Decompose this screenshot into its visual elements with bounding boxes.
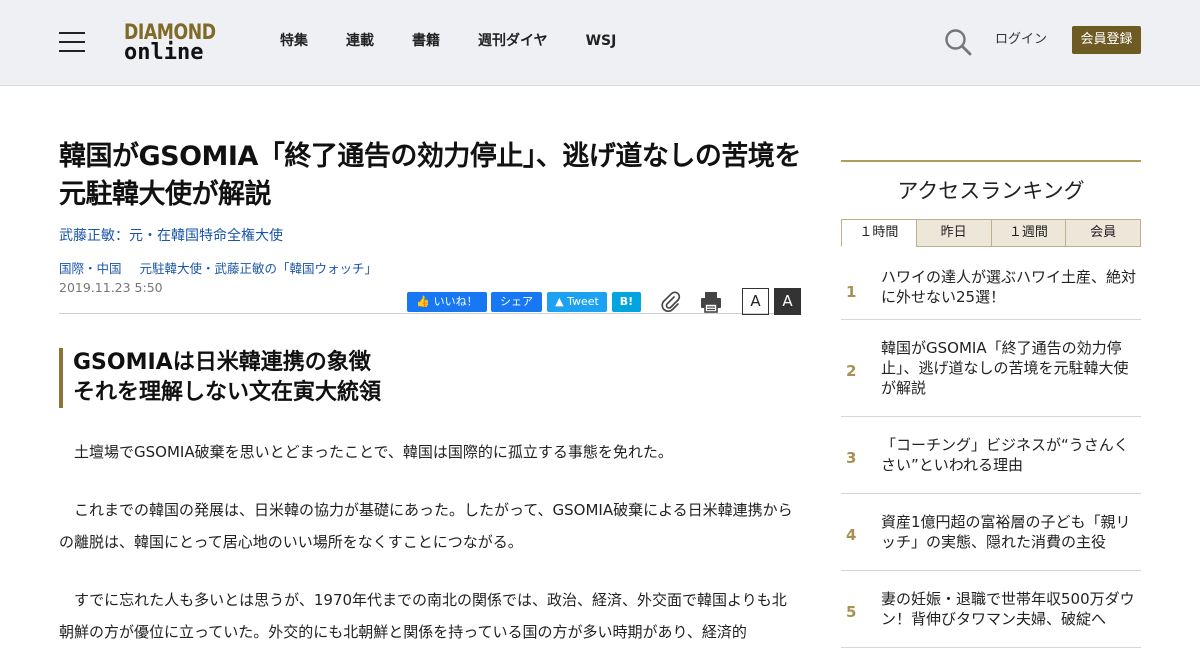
category-link[interactable]: 国際・中国: [59, 261, 122, 276]
font-size-large-button[interactable]: A: [774, 288, 801, 315]
font-size-small-button[interactable]: A: [742, 288, 769, 315]
nav-item-books[interactable]: 書籍: [412, 30, 440, 52]
tweet-button[interactable]: ▲ Tweet: [547, 292, 607, 312]
site-logo[interactable]: DIAMOND online: [124, 20, 228, 66]
facebook-like-button[interactable]: 👍 いいね！: [407, 292, 487, 312]
article-meta: 2019.11.23 5:50 👍 いいね！ シェア ▲ Tweet B! A …: [59, 278, 801, 315]
twitter-bird-icon: ▲: [555, 295, 564, 308]
article-title: 韓国がGSOMIA「終了通告の効力停止」、逃げ道なしの苦境を元駐韓大使が解説: [59, 141, 801, 210]
register-button[interactable]: 会員登録: [1072, 26, 1141, 54]
rank-title[interactable]: 妻の妊娠・退職で世帯年収500万ダウン！背伸びタワマン夫婦、破綻へ: [881, 589, 1141, 629]
rank-title[interactable]: 韓国がGSOMIA「終了通告の効力停止」、逃げ道なしの苦境を元駐韓大使が解説: [881, 338, 1141, 398]
hatena-bookmark-button[interactable]: B!: [612, 292, 641, 312]
facebook-share-button[interactable]: シェア: [491, 292, 542, 312]
publish-date: 2019.11.23 5:50: [59, 280, 163, 295]
article-paragraph: 土壇場でGSOMIA破棄を思いとどまったことで、韓国は国際的に孤立する事態を免れ…: [74, 443, 673, 461]
rank-title[interactable]: 「コーチング」ビジネスが“うさんくさい”といわれる理由: [881, 435, 1141, 475]
tab-1hour[interactable]: １時間: [841, 219, 917, 247]
ranking-tabs: １時間 昨日 １週間 会員: [841, 219, 1141, 247]
author-link[interactable]: 武藤正敏：元・在韓国特命全権大使: [59, 226, 801, 246]
logo-line2: online: [124, 40, 204, 65]
tweet-label: Tweet: [567, 295, 599, 308]
ranking-item[interactable]: 2 韓国がGSOMIA「終了通告の効力停止」、逃げ道なしの苦境を元駐韓大使が解説: [841, 320, 1141, 417]
ranking-title: アクセスランキング: [897, 179, 1085, 203]
article-paragraph: これまでの韓国の発展は、日米韓の協力が基礎にあった。したがって、GSOMIA破棄…: [59, 501, 793, 551]
nav-item-special[interactable]: 特集: [280, 30, 308, 52]
print-icon[interactable]: [699, 290, 723, 314]
paperclip-icon[interactable]: [659, 290, 681, 312]
nav-item-weekly[interactable]: 週刊ダイヤ: [478, 30, 548, 52]
rank-number: 1: [846, 283, 857, 301]
tab-members[interactable]: 会員: [1065, 219, 1141, 247]
login-link[interactable]: ログイン: [995, 31, 1047, 49]
tab-yesterday[interactable]: 昨日: [915, 219, 992, 247]
ranking-item[interactable]: 1 ハワイの達人が選ぶハワイ土産、絶対に外せない25選！: [841, 255, 1141, 320]
category-links: 国際・中国 元駐韓大使・武藤正敏の「韓国ウォッチ」: [59, 260, 801, 278]
rank-title[interactable]: 資産1億円超の富裕層の子ども「親リッチ」の実態、隠れた消費の主役: [881, 512, 1141, 552]
tab-1week[interactable]: １週間: [990, 219, 1067, 247]
ranking-divider: [841, 160, 1141, 162]
series-link[interactable]: 元駐韓大使・武藤正敏の「韓国ウォッチ」: [140, 261, 378, 276]
rank-number: 5: [846, 603, 857, 621]
article-paragraph: すでに忘れた人も多いとは思うが、1970年代までの南北の関係では、政治、経済、外…: [59, 591, 787, 641]
nav-item-series[interactable]: 連載: [346, 30, 374, 52]
subheading-line1: GSOMIAは日米韓連携の象徴: [73, 350, 371, 375]
nav-item-wsj[interactable]: WSJ: [586, 30, 617, 52]
article: 韓国がGSOMIA「終了通告の効力停止」、逃げ道なしの苦境を元駐韓大使が解説 武…: [59, 138, 801, 648]
ranking-item[interactable]: 3 「コーチング」ビジネスが“うさんくさい”といわれる理由: [841, 417, 1141, 494]
rank-number: 2: [846, 362, 857, 380]
ranking-list: 1 ハワイの達人が選ぶハワイ土産、絶対に外せない25選！ 2 韓国がGSOMIA…: [841, 255, 1141, 648]
rank-number: 3: [846, 449, 857, 467]
search-icon[interactable]: [944, 28, 972, 56]
like-label: いいね！: [433, 295, 478, 308]
subheading-line2: それを理解しない文在寅大統領: [73, 380, 382, 405]
rank-number: 4: [846, 526, 857, 544]
article-subheading: GSOMIAは日米韓連携の象徴 それを理解しない文在寅大統領: [59, 348, 801, 408]
main-nav: 特集 連載 書籍 週刊ダイヤ WSJ: [280, 30, 654, 52]
menu-icon[interactable]: [59, 32, 85, 52]
ranking-item[interactable]: 5 妻の妊娠・退職で世帯年収500万ダウン！背伸びタワマン夫婦、破綻へ: [841, 571, 1141, 648]
rank-title[interactable]: ハワイの達人が選ぶハワイ土産、絶対に外せない25選！: [881, 267, 1141, 307]
site-header: DIAMOND online 特集 連載 書籍 週刊ダイヤ WSJ ログイン 会…: [0, 0, 1200, 86]
ranking-sidebar: アクセスランキング １時間 昨日 １週間 会員 1 ハワイの達人が選ぶハワイ土産…: [841, 160, 1141, 648]
ranking-item[interactable]: 4 資産1億円超の富裕層の子ども「親リッチ」の実態、隠れた消費の主役: [841, 494, 1141, 571]
